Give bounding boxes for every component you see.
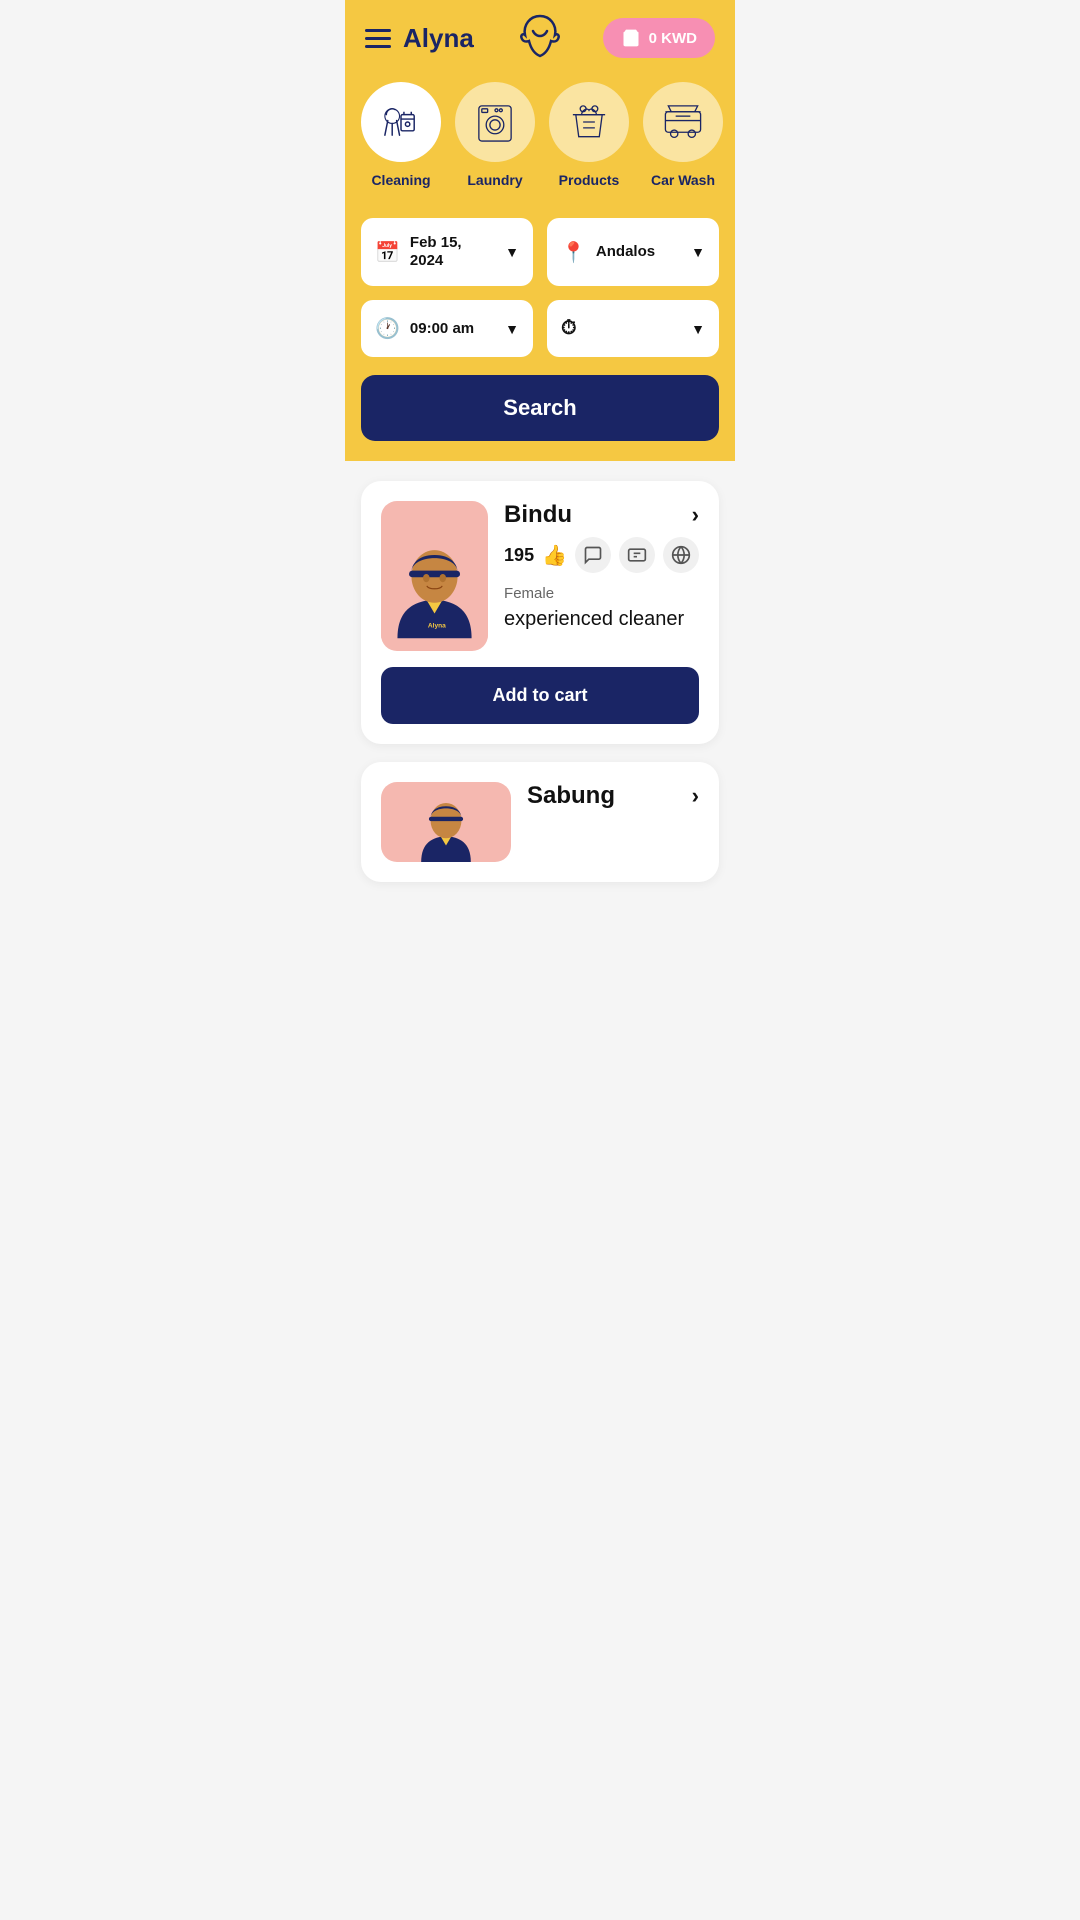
date-value: Feb 15, 2024 (410, 234, 495, 270)
badge-globe-icon (663, 537, 699, 573)
worker-name: Bindu (504, 501, 572, 529)
time-value: 09:00 am (410, 320, 495, 338)
header: Alyna 0 KWD (345, 0, 735, 72)
worker-info-bindu: Bindu › 195 👍 (504, 501, 699, 632)
category-section: Cleaning Laundry (345, 72, 735, 208)
worker-detail-arrow-sabung[interactable]: › (692, 783, 699, 809)
timer-icon: ⏱ (561, 317, 577, 340)
worker-stats-row: 195 👍 (504, 537, 699, 573)
category-item-carwash[interactable]: Car Wash (643, 82, 723, 188)
worker-description: experienced cleaner (504, 606, 699, 632)
date-filter[interactable]: 📅 Feb 15, 2024 ▼ (361, 218, 533, 286)
time-filter[interactable]: 🕐 09:00 am ▼ (361, 300, 533, 357)
badge-chat-icon (575, 537, 611, 573)
cleaning-label: Cleaning (371, 172, 430, 188)
category-scroll: Cleaning Laundry (345, 82, 735, 188)
worker-card-bindu: Alyna Bindu › (361, 481, 719, 744)
worker-card-content: Alyna Bindu › (381, 501, 699, 651)
worker-card-content-sabung: Sabung › (381, 782, 699, 862)
search-button[interactable]: Search (361, 375, 719, 441)
worker-name-row-sabung: Sabung › (527, 782, 699, 810)
location-filter[interactable]: 📍 Andalos ▼ (547, 218, 719, 286)
category-item-products[interactable]: Products (549, 82, 629, 188)
worker-gender: Female (504, 585, 699, 602)
cart-button[interactable]: 0 KWD (603, 18, 715, 58)
duration-chevron-icon: ▼ (691, 321, 705, 337)
products-icon-wrap (549, 82, 629, 162)
filter-section: 📅 Feb 15, 2024 ▼ 📍 Andalos ▼ 🕐 09:00 am … (345, 208, 735, 461)
header-left: Alyna (365, 23, 474, 54)
add-to-cart-button-bindu[interactable]: Add to cart (381, 667, 699, 724)
logo-icon (515, 11, 565, 66)
svg-text:Alyna: Alyna (428, 622, 446, 629)
carwash-icon-wrap (643, 82, 723, 162)
brand-name: Alyna (403, 23, 474, 54)
worker-avatar-sabung (381, 782, 511, 862)
filter-row-1: 📅 Feb 15, 2024 ▼ 📍 Andalos ▼ (361, 218, 719, 286)
cart-amount: 0 KWD (649, 30, 697, 47)
worker-name-row: Bindu › (504, 501, 699, 529)
thumbs-up-icon: 👍 (542, 543, 567, 568)
hamburger-menu[interactable] (365, 29, 391, 48)
calendar-icon: 📅 (375, 240, 400, 265)
cleaning-icon-wrap (361, 82, 441, 162)
category-item-laundry[interactable]: Laundry (455, 82, 535, 188)
location-chevron-icon: ▼ (691, 244, 705, 260)
badge-id-icon (619, 537, 655, 573)
duration-filter[interactable]: ⏱ ▼ (547, 300, 719, 357)
carwash-label: Car Wash (651, 172, 715, 188)
worker-detail-arrow[interactable]: › (692, 502, 699, 528)
clock-icon: 🕐 (375, 316, 400, 341)
worker-rating: 195 (504, 545, 534, 566)
date-chevron-icon: ▼ (505, 244, 519, 260)
time-chevron-icon: ▼ (505, 321, 519, 337)
location-value: Andalos (596, 243, 681, 261)
worker-name-sabung: Sabung (527, 782, 615, 810)
filter-row-2: 🕐 09:00 am ▼ ⏱ ▼ (361, 300, 719, 357)
location-icon: 📍 (561, 240, 586, 265)
results-section: Alyna Bindu › (345, 461, 735, 902)
worker-info-sabung: Sabung › (527, 782, 699, 818)
products-label: Products (559, 172, 620, 188)
laundry-label: Laundry (467, 172, 522, 188)
worker-avatar-bindu: Alyna (381, 501, 488, 651)
worker-card-sabung: Sabung › (361, 762, 719, 882)
laundry-icon-wrap (455, 82, 535, 162)
category-item-cleaning[interactable]: Cleaning (361, 82, 441, 188)
